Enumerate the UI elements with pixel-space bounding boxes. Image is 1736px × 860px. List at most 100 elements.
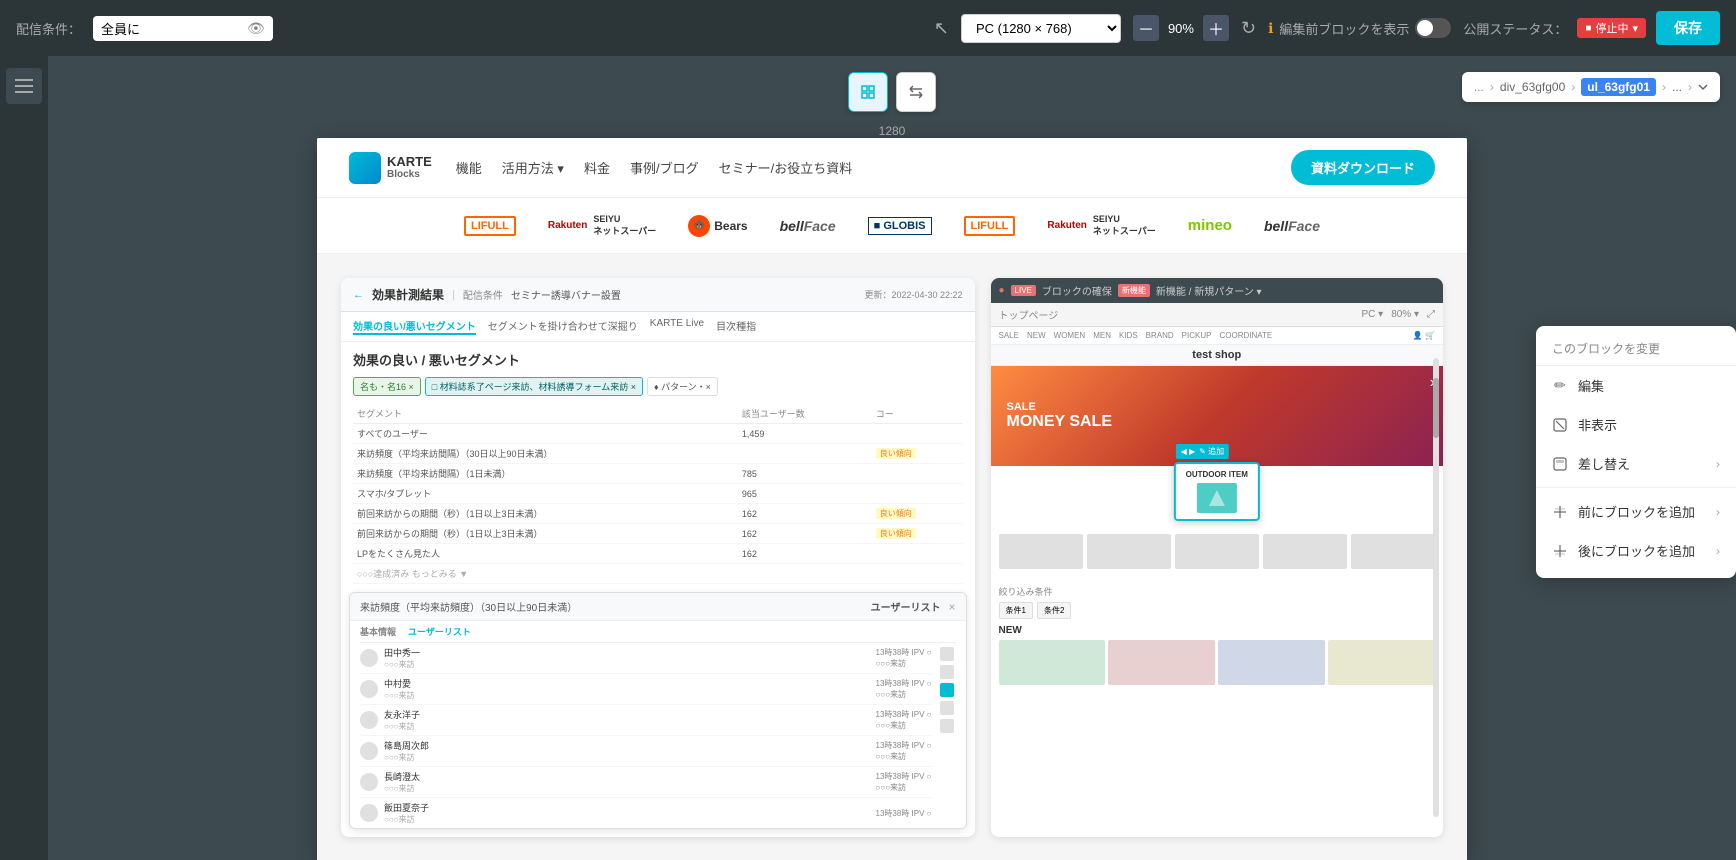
side-action-icon-active[interactable]	[940, 683, 954, 697]
nav-sale[interactable]: SALE	[999, 331, 1019, 340]
popup-close-icon[interactable]: ×	[948, 600, 955, 614]
content-area: ← 効果計測結果 | 配信条件 セミナー誘導バナー設置 更新：2022-04-3…	[317, 254, 1467, 860]
shop-hero-text: SALE MONEY SALE	[1007, 401, 1113, 431]
popup-user-name: 友永洋子○○○来訪	[384, 708, 420, 732]
preview-wrapper: KARTE Blocks 機能 活用方法 ▾ 料金 事例/ブログ セミナー/お役…	[317, 138, 1467, 860]
popup-user-row: 長崎澄太○○○来訪 13時38時 IPV ○○○○来訪	[360, 767, 932, 798]
swap-tool-button[interactable]	[896, 72, 936, 112]
nav-kids[interactable]: KIDS	[1119, 331, 1138, 340]
nav-link-seminar[interactable]: セミナー/お役立ち資料	[719, 158, 853, 177]
product-item[interactable]	[1108, 640, 1215, 685]
nav-link-features[interactable]: 機能	[456, 158, 482, 177]
popup-user-row: 田中秀一○○○来訪 13時38時 IPV ○○○○来訪	[360, 643, 932, 674]
outdoor-block[interactable]: ◀ ▶ ✎ 追加 OUTDOOR ITEM	[1174, 462, 1260, 521]
filter-tag-2[interactable]: □ 材料誌系了ページ来訪、材料誘導フォーム来訪 ×	[425, 377, 643, 396]
menu-divider-1	[1536, 487, 1736, 488]
shop-expand-icon[interactable]: ⤢	[1427, 309, 1435, 320]
eye-icon[interactable]: 👁	[247, 20, 265, 37]
context-menu-add-before[interactable]: 前にブロックを追加 ›	[1536, 492, 1736, 531]
popup-user-row: 飯田夏奈子○○○来訪 13時38時 IPV ○	[360, 798, 932, 828]
tab-live[interactable]: KARTE Live	[650, 318, 704, 335]
table-row: ○○○達成済み もっとみる ▼	[353, 564, 963, 584]
category-item[interactable]	[1175, 534, 1259, 569]
outdoor-image	[1197, 483, 1237, 513]
nav-men[interactable]: MEN	[1093, 331, 1111, 340]
nav-link-howto[interactable]: 活用方法 ▾	[502, 158, 564, 177]
status-badge[interactable]: ■ 停止中 ▾	[1577, 18, 1646, 38]
side-action-icon[interactable]	[940, 647, 954, 661]
product-item[interactable]	[1218, 640, 1325, 685]
zoom-out-button[interactable]: －	[1133, 15, 1159, 41]
cell-count: 162	[738, 504, 872, 524]
side-action-icon[interactable]	[940, 701, 954, 715]
select-tool-button[interactable]	[848, 72, 888, 112]
device-select[interactable]: PC (1280 × 768) Mobile	[961, 14, 1121, 43]
filter-tag-3[interactable]: ♦ パターン・×	[647, 377, 718, 396]
analytics-back-icon[interactable]: ←	[353, 289, 364, 301]
filter-tag[interactable]: 条件2	[1037, 602, 1071, 619]
side-action-icon[interactable]	[940, 665, 954, 679]
analytics-body: 効果の良い / 悪いセグメント 名も・名16 × □ 材料誌系了ページ来訪、材料…	[341, 342, 975, 592]
condition-input[interactable]	[101, 21, 241, 36]
nav-women[interactable]: WOMEN	[1054, 331, 1086, 340]
new-pattern-label: 新機能 / 新規パターン ▾	[1156, 283, 1262, 298]
shop-hero: SALE MONEY SALE › ◀ ▶ ✎ 追加 OUTDOOR ITEM	[991, 366, 1444, 466]
popup-body: 基本情報 ユーザーリスト 田中秀一○○○来訪 13時38時 IPV ○○○○来訪	[350, 621, 966, 828]
tab-segment[interactable]: 効果の良い/悪いセグメント	[353, 318, 476, 335]
category-item[interactable]	[1087, 534, 1171, 569]
shop-hero-title: MONEY SALE	[1007, 413, 1113, 431]
popup-user-time: 13時38時 IPV ○○○○来訪	[876, 740, 932, 762]
nav-link-pricing[interactable]: 料金	[584, 158, 610, 177]
shop-device-select[interactable]: PC ▾	[1361, 309, 1383, 320]
analytics-header: ← 効果計測結果 | 配信条件 セミナー誘導バナー設置 更新：2022-04-3…	[341, 278, 975, 312]
cell-tag	[872, 544, 963, 564]
karte-logo-text: KARTE Blocks	[387, 154, 432, 182]
category-item[interactable]	[1351, 534, 1435, 569]
cell-more[interactable]: ○○○達成済み もっとみる ▼	[353, 564, 963, 584]
shop-zoom-val: 80% ▾	[1391, 309, 1419, 320]
scrollbar-thumb[interactable]	[1433, 378, 1439, 438]
breadcrumb-item1[interactable]: div_63gfg00	[1500, 80, 1565, 94]
zoom-group: － 90% ＋	[1133, 15, 1229, 41]
nav-pickup[interactable]: PICKUP	[1182, 331, 1212, 340]
product-item[interactable]	[999, 640, 1106, 685]
nav-new[interactable]: NEW	[1027, 331, 1046, 340]
tab-combine[interactable]: セグメントを掛け合わせて深掘り	[488, 318, 638, 335]
breadcrumb-dropdown-icon[interactable]	[1698, 82, 1708, 92]
context-menu-edit[interactable]: ✏ 編集	[1536, 366, 1736, 405]
sidebar-menu-button[interactable]	[6, 68, 42, 104]
filter-tag[interactable]: 条件1	[999, 602, 1033, 619]
scrollbar[interactable]	[1433, 358, 1439, 817]
nav-link-blog[interactable]: 事例/ブログ	[630, 158, 699, 177]
karte-cta-button[interactable]: 資料ダウンロード	[1291, 150, 1435, 185]
filter-tag-1[interactable]: 名も・名16 ×	[353, 377, 421, 396]
category-item[interactable]	[999, 534, 1083, 569]
zoom-in-button[interactable]: ＋	[1203, 15, 1229, 41]
shop-new-section: NEW	[991, 625, 1444, 685]
shop-window-header: ● LIVE ブロックの確保 新機能 新機能 / 新規パターン ▾	[991, 278, 1444, 303]
add-after-icon	[1552, 543, 1568, 559]
context-menu-hide[interactable]: 非表示	[1536, 405, 1736, 444]
side-action-icon[interactable]	[940, 719, 954, 733]
nav-coordinate[interactable]: COORDINATE	[1219, 331, 1272, 340]
refresh-button[interactable]: ↻	[1241, 18, 1256, 39]
context-menu-replace[interactable]: 差し替え ›	[1536, 444, 1736, 483]
table-row: 来訪頻度（平均来訪間隔）（30日以上90日未満） 良い傾向	[353, 444, 963, 464]
product-item[interactable]	[1328, 640, 1435, 685]
cell-label: すべてのユーザー	[353, 424, 738, 444]
analytics-update-time: 更新：2022-04-30 22:22	[864, 288, 962, 301]
breadcrumb-item3[interactable]: ...	[1672, 80, 1682, 94]
category-item[interactable]	[1263, 534, 1347, 569]
condition-input-wrap[interactable]: 👁	[93, 16, 273, 41]
breadcrumb-item2[interactable]: ul_63gfg01	[1581, 78, 1656, 96]
tab-dir[interactable]: 目次種指	[716, 318, 756, 335]
add-before-arrow-icon: ›	[1716, 505, 1720, 519]
context-menu-add-after[interactable]: 後にブロックを追加 ›	[1536, 531, 1736, 570]
preview-toggle[interactable]	[1415, 18, 1451, 38]
status-label: 公開ステータス：	[1463, 19, 1567, 38]
logo-globis: ■ GLOBIS	[868, 217, 932, 235]
save-button[interactable]: 保存	[1656, 11, 1720, 45]
canvas-tools	[848, 72, 936, 112]
nav-brand[interactable]: BRAND	[1146, 331, 1174, 340]
karte-nav: KARTE Blocks 機能 活用方法 ▾ 料金 事例/ブログ セミナー/お役…	[317, 138, 1467, 198]
